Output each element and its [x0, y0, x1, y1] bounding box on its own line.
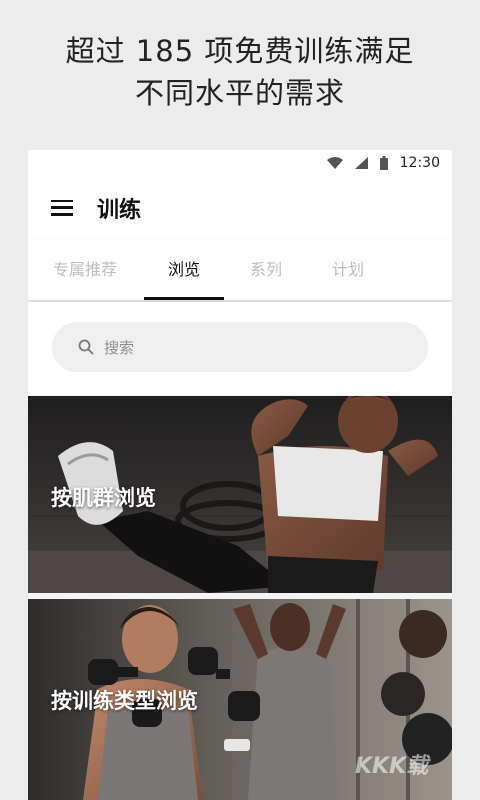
- wifi-icon: [326, 156, 343, 169]
- app-bar: 训练: [28, 175, 452, 240]
- status-time: 12:30: [399, 154, 440, 171]
- promo-line-1: 超过 185 项免费训练满足: [65, 34, 415, 68]
- promo-text: 超过 185 项免费训练满足 不同水平的需求: [0, 30, 480, 114]
- card-label-muscle: 按肌群浏览: [51, 486, 156, 510]
- tab-browse[interactable]: 浏览: [144, 240, 224, 300]
- tab-bar: 专属推荐 浏览 系列 计划: [28, 240, 452, 300]
- battery-icon: [379, 155, 388, 170]
- search-placeholder: 搜索: [104, 338, 135, 357]
- card-label-workout-type: 按训练类型浏览: [51, 689, 198, 713]
- tab-series[interactable]: 系列: [236, 240, 296, 300]
- hamburger-menu-icon[interactable]: [51, 199, 73, 216]
- search-input[interactable]: 搜索: [52, 322, 428, 372]
- tab-plans[interactable]: 计划: [318, 240, 378, 300]
- signal-icon: [354, 156, 368, 169]
- search-icon: [78, 339, 94, 355]
- card-browse-by-muscle[interactable]: 按肌群浏览: [28, 396, 452, 593]
- search-area: 搜索: [28, 302, 452, 395]
- status-bar: 12:30: [28, 150, 452, 175]
- watermark: KKK载: [355, 754, 429, 779]
- phone-screen: 12:30 训练 专属推荐 浏览 系列 计划 搜索 按肌群浏览 按训练类型浏览: [28, 150, 452, 800]
- promo-line-2: 不同水平的需求: [134, 76, 345, 110]
- active-tab-indicator: [144, 297, 224, 300]
- tab-recommended[interactable]: 专属推荐: [42, 240, 128, 300]
- app-title: 训练: [97, 197, 142, 223]
